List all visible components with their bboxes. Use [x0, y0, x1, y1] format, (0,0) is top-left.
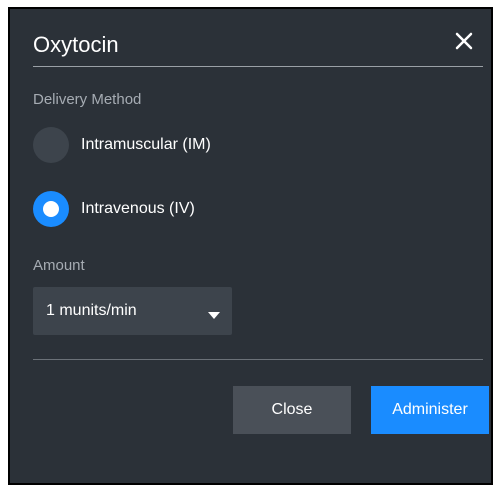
amount-label: Amount	[33, 257, 85, 274]
delivery-method-label: Delivery Method	[33, 91, 142, 108]
close-icon[interactable]	[447, 24, 481, 58]
radio-intramuscular-label: Intramuscular (IM)	[81, 136, 211, 153]
close-button[interactable]: Close	[233, 386, 351, 434]
dialog-title: Oxytocin	[33, 32, 119, 57]
caret-down-icon	[208, 307, 220, 319]
radio-intramuscular[interactable]: Intramuscular (IM)	[33, 125, 211, 165]
radio-intravenous[interactable]: Intravenous (IV)	[33, 189, 195, 229]
amount-select[interactable]: 1 munits/min	[33, 287, 232, 335]
amount-select-value: 1 munits/min	[46, 302, 137, 319]
title-divider	[33, 66, 483, 67]
footer-divider	[33, 359, 483, 360]
administer-button[interactable]: Administer	[371, 386, 489, 434]
radio-unselected-icon	[33, 127, 69, 163]
radio-intravenous-label: Intravenous (IV)	[81, 200, 195, 217]
radio-selected-icon	[33, 191, 69, 227]
oxytocin-dialog: Oxytocin Delivery Method Intramuscular (…	[8, 7, 493, 485]
